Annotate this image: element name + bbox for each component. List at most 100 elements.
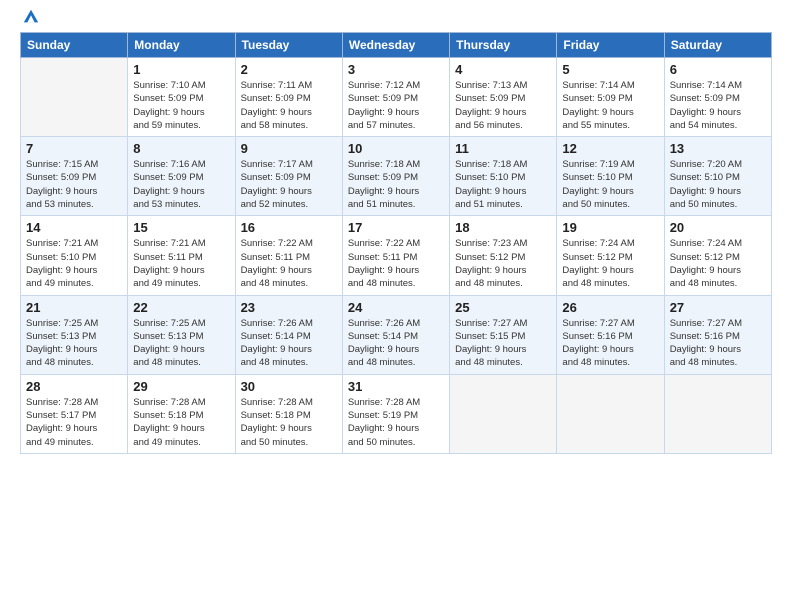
day-number: 23 <box>241 300 337 315</box>
logo-icon <box>22 8 40 26</box>
day-number: 24 <box>348 300 444 315</box>
day-cell: 5 Sunrise: 7:14 AM Sunset: 5:09 PM Daylig… <box>557 58 664 137</box>
day-cell: 26Sunrise: 7:27 AM Sunset: 5:16 PM Dayli… <box>557 295 664 374</box>
day-cell: 1 Sunrise: 7:10 AM Sunset: 5:09 PM Daylig… <box>128 58 235 137</box>
column-header-monday: Monday <box>128 33 235 58</box>
day-info: Sunrise: 7:21 AM Sunset: 5:10 PM Dayligh… <box>26 237 122 290</box>
day-number: 30 <box>241 379 337 394</box>
day-cell: 27Sunrise: 7:27 AM Sunset: 5:16 PM Dayli… <box>664 295 771 374</box>
day-cell: 22Sunrise: 7:25 AM Sunset: 5:13 PM Dayli… <box>128 295 235 374</box>
day-number: 12 <box>562 141 658 156</box>
day-number: 25 <box>455 300 551 315</box>
day-number: 29 <box>133 379 229 394</box>
header <box>20 16 772 26</box>
day-cell: 17 Sunrise: 7:22 AM Sunset: 5:11 PM Dayli… <box>342 216 449 295</box>
logo <box>20 16 40 26</box>
day-info: Sunrise: 7:11 AM Sunset: 5:09 PM Dayligh… <box>241 79 337 132</box>
day-info: Sunrise: 7:17 AM Sunset: 5:09 PM Dayligh… <box>241 158 337 211</box>
day-number: 4 <box>455 62 551 77</box>
day-number: 13 <box>670 141 766 156</box>
day-info: Sunrise: 7:28 AM Sunset: 5:19 PM Dayligh… <box>348 396 444 449</box>
day-info: Sunrise: 7:28 AM Sunset: 5:17 PM Dayligh… <box>26 396 122 449</box>
day-number: 21 <box>26 300 122 315</box>
day-number: 6 <box>670 62 766 77</box>
day-number: 15 <box>133 220 229 235</box>
day-info: Sunrise: 7:12 AM Sunset: 5:09 PM Dayligh… <box>348 79 444 132</box>
day-cell: 6 Sunrise: 7:14 AM Sunset: 5:09 PM Daylig… <box>664 58 771 137</box>
column-header-wednesday: Wednesday <box>342 33 449 58</box>
day-number: 27 <box>670 300 766 315</box>
day-cell: 12 Sunrise: 7:19 AM Sunset: 5:10 PM Dayli… <box>557 137 664 216</box>
day-info: Sunrise: 7:23 AM Sunset: 5:12 PM Dayligh… <box>455 237 551 290</box>
column-header-thursday: Thursday <box>450 33 557 58</box>
day-cell <box>450 374 557 453</box>
day-info: Sunrise: 7:25 AM Sunset: 5:13 PM Dayligh… <box>133 317 229 370</box>
day-number: 31 <box>348 379 444 394</box>
day-info: Sunrise: 7:22 AM Sunset: 5:11 PM Dayligh… <box>348 237 444 290</box>
day-number: 7 <box>26 141 122 156</box>
day-info: Sunrise: 7:15 AM Sunset: 5:09 PM Dayligh… <box>26 158 122 211</box>
day-number: 1 <box>133 62 229 77</box>
day-info: Sunrise: 7:21 AM Sunset: 5:11 PM Dayligh… <box>133 237 229 290</box>
day-cell: 21 Sunrise: 7:25 AM Sunset: 5:13 PM Dayli… <box>21 295 128 374</box>
day-number: 17 <box>348 220 444 235</box>
week-row-5: 28Sunrise: 7:28 AM Sunset: 5:17 PM Dayli… <box>21 374 772 453</box>
day-info: Sunrise: 7:24 AM Sunset: 5:12 PM Dayligh… <box>670 237 766 290</box>
day-cell: 28Sunrise: 7:28 AM Sunset: 5:17 PM Dayli… <box>21 374 128 453</box>
day-info: Sunrise: 7:14 AM Sunset: 5:09 PM Dayligh… <box>562 79 658 132</box>
day-cell: 4 Sunrise: 7:13 AM Sunset: 5:09 PM Daylig… <box>450 58 557 137</box>
column-header-saturday: Saturday <box>664 33 771 58</box>
day-number: 5 <box>562 62 658 77</box>
day-info: Sunrise: 7:28 AM Sunset: 5:18 PM Dayligh… <box>133 396 229 449</box>
day-info: Sunrise: 7:13 AM Sunset: 5:09 PM Dayligh… <box>455 79 551 132</box>
day-cell: 15 Sunrise: 7:21 AM Sunset: 5:11 PM Dayli… <box>128 216 235 295</box>
calendar: SundayMondayTuesdayWednesdayThursdayFrid… <box>20 32 772 454</box>
day-cell: 3 Sunrise: 7:12 AM Sunset: 5:09 PM Daylig… <box>342 58 449 137</box>
day-cell <box>664 374 771 453</box>
day-cell: 7 Sunrise: 7:15 AM Sunset: 5:09 PM Daylig… <box>21 137 128 216</box>
day-number: 14 <box>26 220 122 235</box>
day-info: Sunrise: 7:19 AM Sunset: 5:10 PM Dayligh… <box>562 158 658 211</box>
day-info: Sunrise: 7:18 AM Sunset: 5:10 PM Dayligh… <box>455 158 551 211</box>
day-number: 16 <box>241 220 337 235</box>
day-info: Sunrise: 7:18 AM Sunset: 5:09 PM Dayligh… <box>348 158 444 211</box>
column-header-tuesday: Tuesday <box>235 33 342 58</box>
day-cell: 20 Sunrise: 7:24 AM Sunset: 5:12 PM Dayli… <box>664 216 771 295</box>
day-cell <box>557 374 664 453</box>
day-cell: 18Sunrise: 7:23 AM Sunset: 5:12 PM Dayli… <box>450 216 557 295</box>
day-info: Sunrise: 7:16 AM Sunset: 5:09 PM Dayligh… <box>133 158 229 211</box>
day-info: Sunrise: 7:20 AM Sunset: 5:10 PM Dayligh… <box>670 158 766 211</box>
column-header-friday: Friday <box>557 33 664 58</box>
day-number: 10 <box>348 141 444 156</box>
page: SundayMondayTuesdayWednesdayThursdayFrid… <box>0 0 792 612</box>
column-header-sunday: Sunday <box>21 33 128 58</box>
day-cell: 2Sunrise: 7:11 AM Sunset: 5:09 PM Daylig… <box>235 58 342 137</box>
day-cell: 8Sunrise: 7:16 AM Sunset: 5:09 PM Daylig… <box>128 137 235 216</box>
day-info: Sunrise: 7:25 AM Sunset: 5:13 PM Dayligh… <box>26 317 122 370</box>
day-cell: 23Sunrise: 7:26 AM Sunset: 5:14 PM Dayli… <box>235 295 342 374</box>
day-cell: 16Sunrise: 7:22 AM Sunset: 5:11 PM Dayli… <box>235 216 342 295</box>
day-cell: 13 Sunrise: 7:20 AM Sunset: 5:10 PM Dayli… <box>664 137 771 216</box>
day-cell: 25Sunrise: 7:27 AM Sunset: 5:15 PM Dayli… <box>450 295 557 374</box>
day-cell: 29 Sunrise: 7:28 AM Sunset: 5:18 PM Dayli… <box>128 374 235 453</box>
day-cell: 10 Sunrise: 7:18 AM Sunset: 5:09 PM Dayli… <box>342 137 449 216</box>
day-number: 11 <box>455 141 551 156</box>
day-cell: 19Sunrise: 7:24 AM Sunset: 5:12 PM Dayli… <box>557 216 664 295</box>
day-number: 3 <box>348 62 444 77</box>
day-info: Sunrise: 7:10 AM Sunset: 5:09 PM Dayligh… <box>133 79 229 132</box>
week-row-2: 7 Sunrise: 7:15 AM Sunset: 5:09 PM Daylig… <box>21 137 772 216</box>
day-cell: 30 Sunrise: 7:28 AM Sunset: 5:18 PM Dayli… <box>235 374 342 453</box>
day-info: Sunrise: 7:28 AM Sunset: 5:18 PM Dayligh… <box>241 396 337 449</box>
day-cell: 31 Sunrise: 7:28 AM Sunset: 5:19 PM Dayli… <box>342 374 449 453</box>
day-info: Sunrise: 7:14 AM Sunset: 5:09 PM Dayligh… <box>670 79 766 132</box>
day-info: Sunrise: 7:26 AM Sunset: 5:14 PM Dayligh… <box>348 317 444 370</box>
header-row: SundayMondayTuesdayWednesdayThursdayFrid… <box>21 33 772 58</box>
week-row-1: 1 Sunrise: 7:10 AM Sunset: 5:09 PM Daylig… <box>21 58 772 137</box>
day-info: Sunrise: 7:24 AM Sunset: 5:12 PM Dayligh… <box>562 237 658 290</box>
day-number: 20 <box>670 220 766 235</box>
day-cell: 24 Sunrise: 7:26 AM Sunset: 5:14 PM Dayli… <box>342 295 449 374</box>
day-cell: 9 Sunrise: 7:17 AM Sunset: 5:09 PM Daylig… <box>235 137 342 216</box>
day-cell: 14 Sunrise: 7:21 AM Sunset: 5:10 PM Dayli… <box>21 216 128 295</box>
day-number: 9 <box>241 141 337 156</box>
day-cell: 11 Sunrise: 7:18 AM Sunset: 5:10 PM Dayli… <box>450 137 557 216</box>
